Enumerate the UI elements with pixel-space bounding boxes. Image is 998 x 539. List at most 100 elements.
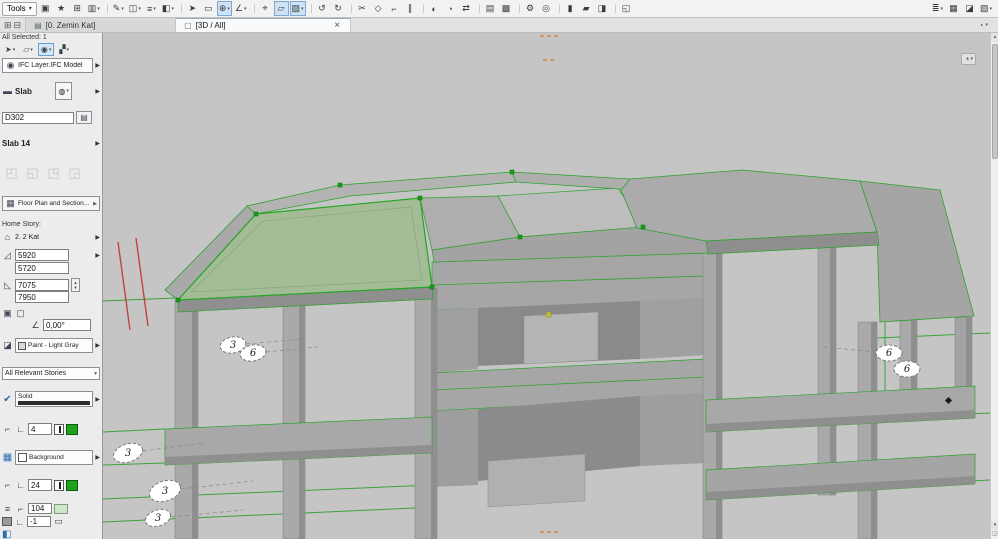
scroll-up-icon[interactable]: ▴	[991, 33, 998, 42]
grid-marker[interactable]: 6	[875, 344, 903, 362]
surface-selector[interactable]: Paint - Light Gray	[15, 338, 94, 353]
guide-lines-icon[interactable]: ▱ ▾	[273, 1, 289, 16]
tab-zemin-kat[interactable]: ▤ [0. Zemin Kat]	[26, 18, 177, 32]
line-type-icon[interactable]: ≡ ▾	[144, 1, 159, 16]
favorites-icon[interactable]: ★ ▾	[54, 1, 69, 16]
check-elements-icon[interactable]: ◎ ▾	[539, 1, 554, 16]
palette-layout-icon[interactable]: ≣ ▾	[930, 1, 945, 16]
expand-arrow-icon[interactable]: ▶	[95, 88, 100, 95]
elevation-tool-icon[interactable]: ▰ ▾	[579, 1, 594, 16]
scrollbar-thumb[interactable]	[992, 44, 998, 159]
grid-marker[interactable]: 6	[893, 360, 921, 378]
expand-arrow-icon[interactable]: ▶	[95, 342, 100, 349]
expand-arrow-icon[interactable]: ▶	[95, 234, 100, 241]
multiply-icon[interactable]: ⇄ ▾	[459, 1, 474, 16]
panel-nav-icon[interactable]: ◧	[2, 529, 11, 539]
grid-marker[interactable]: 3	[143, 506, 173, 529]
expand-arrow-icon[interactable]: ▶	[95, 62, 100, 69]
angle-input[interactable]	[43, 319, 91, 331]
coord-y1-input[interactable]	[15, 279, 69, 291]
stories-select[interactable]: All Relevant Stories ▾	[2, 367, 100, 380]
close-tab-icon[interactable]: ×	[332, 20, 342, 31]
hotspot-dot[interactable]	[545, 311, 552, 318]
fill-type-selector[interactable]: Solid	[15, 391, 94, 407]
pen-color-swatch[interactable]	[66, 479, 78, 491]
tab-overview-icon[interactable]: ⊞	[4, 20, 12, 31]
options-icon[interactable]: ⚙ ▾	[518, 1, 538, 16]
organizer-icon[interactable]: ▦ ▾	[946, 1, 961, 16]
renovation-status-button[interactable]: ◍ ▾	[55, 82, 72, 100]
quick-layers-icon[interactable]: ⊞ ▾	[70, 1, 85, 16]
arrow-tool-icon[interactable]: ➤ ▾	[180, 1, 200, 16]
coord-x1-input[interactable]	[15, 249, 69, 261]
snap-grid-icon[interactable]: ▨ ▾	[289, 1, 306, 16]
pen1-input[interactable]	[28, 423, 52, 435]
section-marker[interactable]	[117, 237, 149, 331]
trim-icon[interactable]: ✂ ▾	[350, 1, 370, 16]
floor-plan-section-button[interactable]: ▦ Floor Plan and Section... ▶	[2, 196, 100, 211]
fill-color-swatch[interactable]	[54, 503, 68, 514]
coord-x2-input[interactable]	[15, 262, 69, 274]
zoom-fit-icon[interactable]: ◱ ▾	[614, 1, 634, 16]
building-model[interactable]	[164, 169, 976, 539]
pen2-input[interactable]	[28, 479, 52, 491]
3d-scene[interactable]: 3 6 6 6 3 3 3	[103, 33, 990, 539]
home-icon: ⌂	[4, 232, 11, 242]
rotate-icon[interactable]: ◔ ▾	[443, 1, 458, 16]
pen3-input[interactable]	[28, 503, 52, 514]
origin-icon[interactable]: ⌖ ▾	[253, 1, 273, 16]
display-option-icon[interactable]: ▭	[53, 516, 64, 527]
fill-type-icon[interactable]: ◫ ▾	[127, 1, 143, 16]
id-manager-button[interactable]: ▤	[76, 111, 92, 124]
lock-icon[interactable]: ▩ ▾	[499, 1, 514, 16]
mirror-icon[interactable]: ◐ ▾	[422, 1, 442, 16]
offset-icon[interactable]: ∥ ▾	[403, 1, 418, 16]
select-arrow-icon[interactable]: ➤ ▾	[2, 43, 18, 56]
pen-set-icon[interactable]: ✎ ▾	[106, 1, 126, 16]
spin-down-icon[interactable]: ▾	[72, 285, 79, 290]
camera-tool-icon[interactable]: ◨ ▾	[595, 1, 610, 16]
relative-coords-icon[interactable]: ▣	[2, 308, 13, 319]
layer-selector[interactable]: ◉ IFC Layer.IFC Model	[2, 58, 94, 73]
geometry-method-icon[interactable]: ▱ ▾	[20, 43, 36, 56]
element-id-input[interactable]	[2, 111, 74, 124]
construction-method-icon[interactable]: ▞ ▾	[56, 43, 72, 56]
project-settings-icon[interactable]: ▣ ▾	[38, 1, 53, 16]
surface-icon[interactable]: ◧ ▾	[160, 1, 176, 16]
tab-3d-all[interactable]: ▢ [3D / All] ×	[176, 18, 352, 32]
pen4-input[interactable]	[27, 516, 51, 527]
magnet-snap-icon[interactable]: ◉ ▾	[37, 43, 55, 56]
expand-arrow-icon[interactable]: ▶	[95, 454, 100, 461]
section-tool-icon[interactable]: ▮ ▾	[558, 1, 578, 16]
coord-spinner[interactable]: ▴ ▾	[71, 278, 80, 292]
group-icon[interactable]: ▤ ▾	[478, 1, 498, 16]
tools-menu-button[interactable]: Tools ▾	[2, 1, 37, 16]
pen-color-swatch[interactable]	[66, 423, 78, 435]
expand-arrow-icon[interactable]: ▶	[95, 252, 100, 259]
scroll-down-icon[interactable]: ▾	[991, 521, 998, 530]
snap-point-icon[interactable]: ⊕ ▾	[216, 1, 232, 16]
stories-icon[interactable]: ▥ ▾	[86, 1, 102, 16]
coord-y2-input[interactable]	[15, 291, 69, 303]
split-icon[interactable]: ◇ ▾	[371, 1, 386, 16]
3d-navigation-button[interactable]: ◔ ▾	[961, 53, 976, 65]
snap-guide-icon[interactable]: ∠ ▾	[233, 1, 249, 16]
vertical-scrollbar[interactable]: ▴ ▾ ◲	[990, 33, 998, 539]
grid-marker[interactable]: 3	[111, 440, 145, 466]
bg-pen-swatch[interactable]	[2, 517, 12, 526]
adjust-icon[interactable]: ⌐ ▾	[387, 1, 402, 16]
library-manager-icon[interactable]: ▧ ▾	[978, 1, 994, 16]
teamwork-icon[interactable]: ◪ ▾	[962, 1, 977, 16]
marquee-tool-icon[interactable]: ▭ ▾	[201, 1, 216, 16]
expand-arrow-icon[interactable]: ▶	[95, 396, 100, 403]
split-view-icon[interactable]: ⊟	[14, 20, 22, 31]
absolute-coords-icon[interactable]: ▢	[15, 308, 26, 319]
pen-style-swatch[interactable]	[54, 423, 64, 435]
expand-arrow-icon[interactable]: ▶	[95, 140, 100, 147]
3d-viewport[interactable]: 3 6 6 6 3 3 3 ◔ ▾	[103, 33, 990, 539]
background-selector[interactable]: Background	[15, 450, 94, 465]
pen-style-swatch[interactable]	[54, 479, 64, 491]
undo-icon[interactable]: ↺ ▾	[310, 1, 330, 16]
view-menu-icon[interactable]: ◔	[979, 21, 984, 30]
redo-icon[interactable]: ↻ ▾	[331, 1, 346, 16]
